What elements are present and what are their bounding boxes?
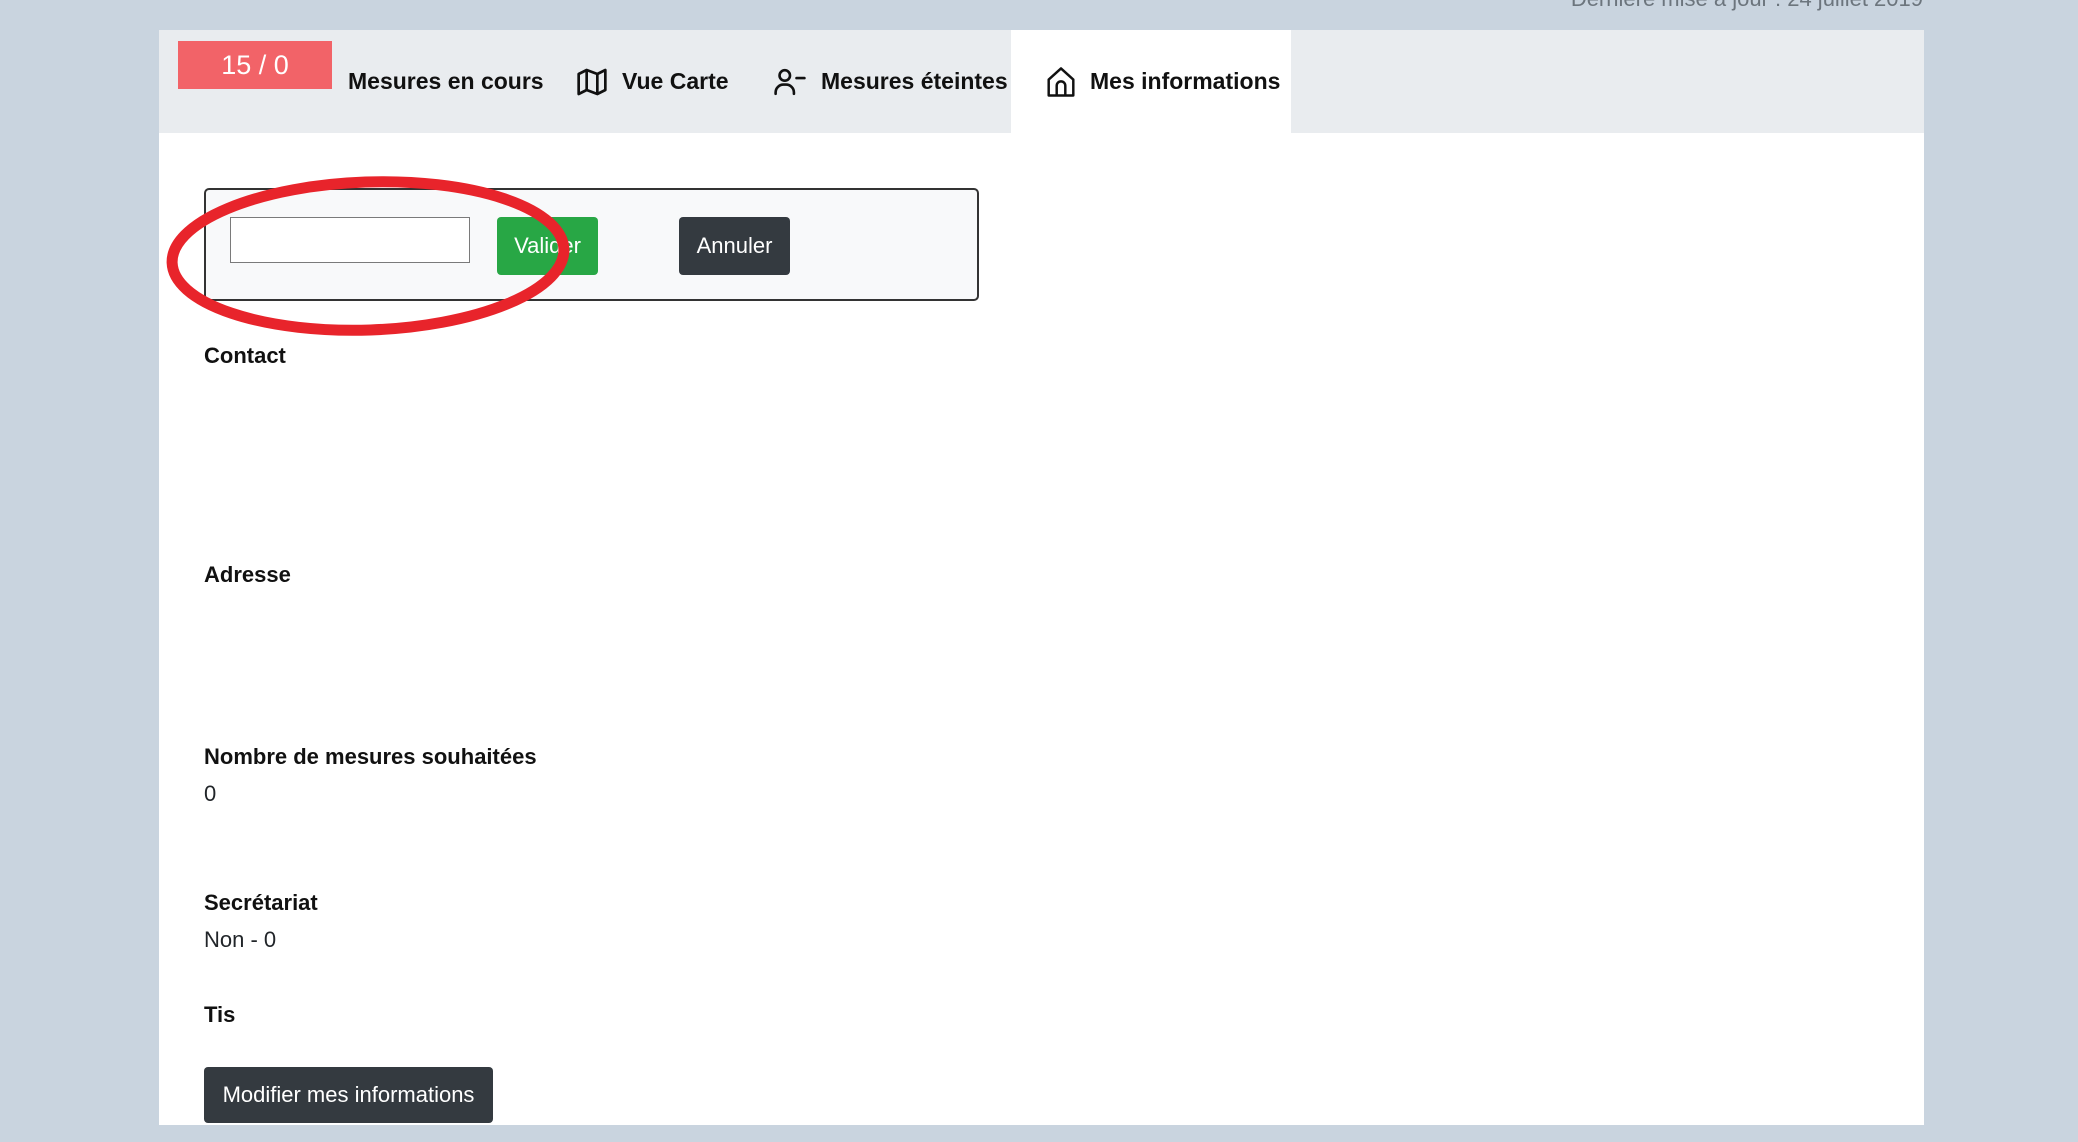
tis-label: Tis bbox=[204, 1002, 236, 1027]
measures-wanted-label: Nombre de mesures souhaitées bbox=[204, 744, 537, 769]
secretariat-value: Non - 0 bbox=[204, 927, 277, 952]
measures-wanted-value: 0 bbox=[204, 781, 217, 806]
tab-mesures-en-cours[interactable]: Mesures en cours bbox=[348, 30, 544, 133]
measures-counter-badge: 15 / 0 bbox=[178, 41, 332, 89]
edit-input[interactable] bbox=[230, 217, 470, 263]
tab-label: Mesures en cours bbox=[348, 68, 544, 94]
validate-button[interactable]: Valider bbox=[497, 217, 598, 275]
tab-label: Mes informations bbox=[1090, 68, 1281, 94]
cancel-button[interactable]: Annuler bbox=[679, 217, 790, 275]
tab-mesures-eteintes[interactable]: Mesures éteintes bbox=[773, 30, 1008, 133]
tab-label: Vue Carte bbox=[622, 68, 729, 94]
tab-mes-informations[interactable]: Mes informations bbox=[1011, 30, 1291, 133]
main-card: 15 / 0 Mesures en cours Vue Carte Mesure… bbox=[159, 30, 1924, 1125]
edit-form-box: Valider Annuler bbox=[204, 188, 979, 301]
house-icon bbox=[1046, 66, 1076, 98]
modify-info-button[interactable]: Modifier mes informations bbox=[204, 1067, 493, 1123]
person-minus-icon bbox=[773, 66, 807, 98]
address-label: Adresse bbox=[204, 562, 291, 587]
tab-label: Mesures éteintes bbox=[821, 68, 1008, 94]
tab-bar: 15 / 0 Mesures en cours Vue Carte Mesure… bbox=[159, 30, 1924, 133]
last-update-note: Dernière mise à jour : 24 juillet 2019 bbox=[1571, 0, 1923, 12]
contact-label: Contact bbox=[204, 343, 286, 368]
tab-vue-carte[interactable]: Vue Carte bbox=[576, 30, 729, 133]
map-icon bbox=[576, 66, 608, 98]
secretariat-label: Secrétariat bbox=[204, 890, 318, 915]
